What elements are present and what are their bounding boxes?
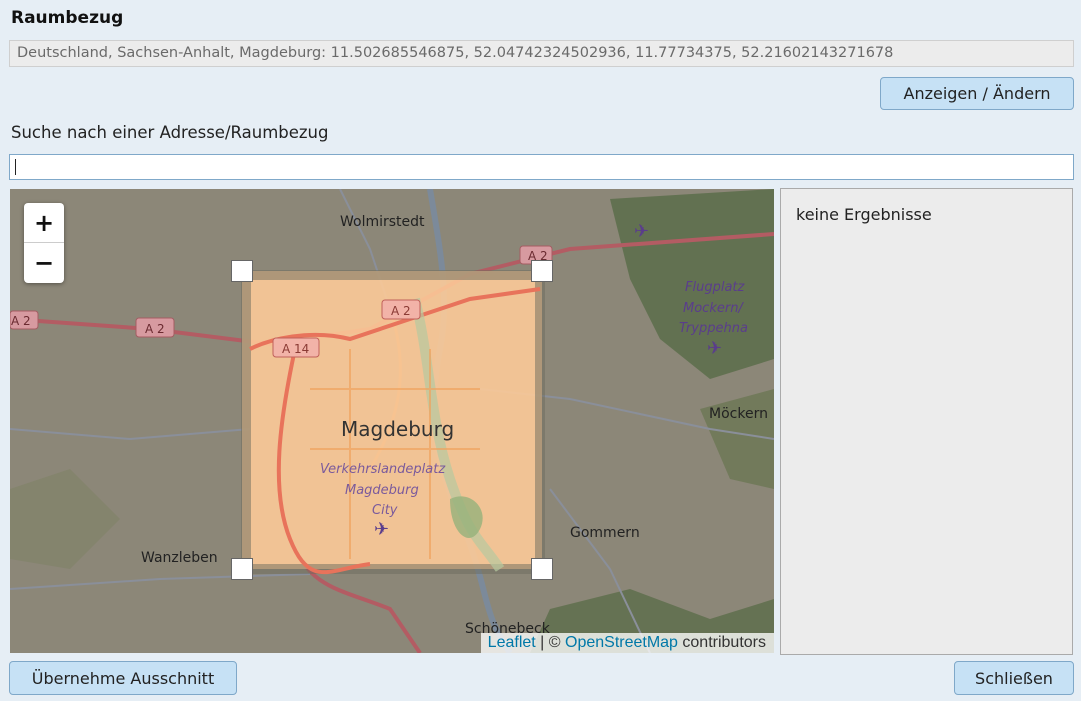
resize-handle-top-right[interactable]: [531, 260, 553, 282]
apply-extent-button[interactable]: Übernehme Ausschnitt: [9, 661, 237, 695]
label-airport: Magdeburg: [345, 483, 419, 498]
label-a2: A 2: [391, 304, 411, 318]
label-a2: A 2: [145, 322, 165, 336]
label-gommern: Gommern: [570, 525, 640, 541]
label-magdeburg: Magdeburg: [341, 417, 454, 441]
coordinates-field: Deutschland, Sachsen-Anhalt, Magdeburg: …: [9, 40, 1074, 67]
label-wolmirstedt: Wolmirstedt: [340, 214, 425, 230]
attribution-separator: | ©: [535, 634, 565, 651]
label-mockern: Möckern: [709, 406, 768, 422]
search-label: Suche nach einer Adresse/Raumbezug: [11, 123, 329, 142]
zoom-in-button[interactable]: +: [24, 203, 64, 243]
text-cursor: [15, 159, 16, 175]
label-a14: A 14: [282, 342, 309, 356]
zoom-out-button[interactable]: −: [24, 243, 64, 283]
leaflet-link[interactable]: Leaflet: [488, 634, 536, 651]
label-flugplatz: Flugplatz: [685, 280, 746, 295]
attribution-suffix: contributors: [677, 634, 766, 651]
label-airport: City: [372, 503, 398, 518]
label-flugplatz: Mockern/: [683, 301, 744, 316]
label-airport: Verkehrslandeplatz: [320, 462, 446, 477]
results-empty-text: keine Ergebnisse: [796, 205, 932, 224]
page-title: Raumbezug: [11, 8, 124, 28]
show-change-button[interactable]: Anzeigen / Ändern: [880, 77, 1074, 110]
label-wanzleben: Wanzleben: [141, 550, 218, 566]
label-flugplatz: Tryppehna: [679, 321, 748, 336]
openstreetmap-link[interactable]: OpenStreetMap: [565, 634, 678, 651]
label-a2: A 2: [11, 314, 31, 328]
map-tiles[interactable]: ✈ ✈ ✈ Wolmirstedt A 2 A 2 A 2 A 2 A 14 M…: [10, 189, 774, 653]
map-attribution: Leaflet | © OpenStreetMap contributors: [480, 633, 774, 653]
search-results-panel: keine Ergebnisse: [780, 188, 1073, 655]
map-view[interactable]: ✈ ✈ ✈ Wolmirstedt A 2 A 2 A 2 A 2 A 14 M…: [10, 189, 774, 653]
zoom-control: + −: [24, 203, 64, 283]
airport-icon: ✈: [707, 338, 722, 359]
search-input[interactable]: [9, 154, 1074, 180]
airport-icon: ✈: [634, 221, 649, 242]
close-button[interactable]: Schließen: [954, 661, 1074, 695]
resize-handle-bottom-right[interactable]: [531, 558, 553, 580]
resize-handle-bottom-left[interactable]: [231, 558, 253, 580]
airport-icon: ✈: [374, 519, 389, 540]
resize-handle-top-left[interactable]: [231, 260, 253, 282]
